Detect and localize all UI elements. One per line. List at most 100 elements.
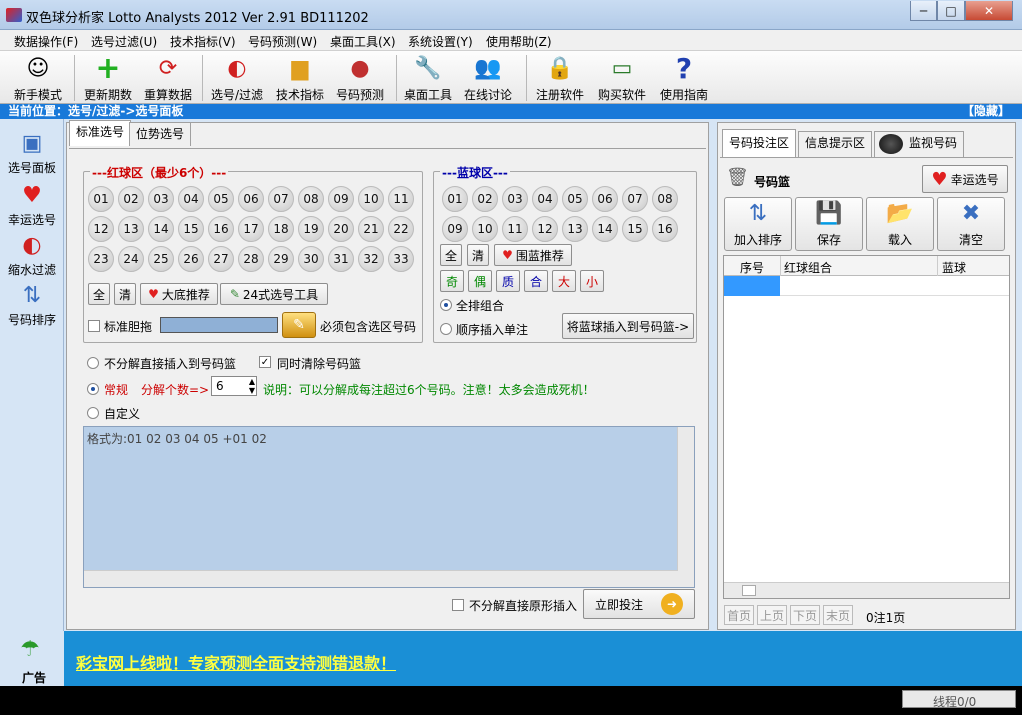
red-ball-16[interactable]: 16 (208, 216, 234, 242)
tab-monitor[interactable]: 监视号码 (874, 131, 965, 157)
nav-sort[interactable]: ⇅ 号码排序 (0, 281, 64, 328)
blue-ball-13[interactable]: 13 (562, 216, 588, 242)
blue-ball-15[interactable]: 15 (622, 216, 648, 242)
blue-clear-button[interactable]: 清 (467, 244, 489, 266)
online-discussion-button[interactable]: 👥 在线讨论 (460, 53, 516, 103)
blue-ball-01[interactable]: 01 (442, 186, 468, 212)
blue-filter-button[interactable]: 奇 (440, 270, 464, 292)
raw-insert-checkbox[interactable] (452, 599, 464, 611)
blue-ball-16[interactable]: 16 (652, 216, 678, 242)
beginner-mode-button[interactable]: ☺ 新手模式 (10, 53, 66, 103)
red-ball-33[interactable]: 33 (388, 246, 414, 272)
pencil-icon[interactable]: ✎ (282, 312, 316, 338)
stepper-arrows-icon[interactable]: ▲ ▼ (249, 377, 255, 395)
lucky-select-button[interactable]: ♥ 幸运选号 (922, 165, 1008, 193)
textarea-hscrollbar[interactable] (84, 570, 678, 587)
red-ball-25[interactable]: 25 (148, 246, 174, 272)
blue-ball-14[interactable]: 14 (592, 216, 618, 242)
blue-filter-button[interactable]: 质 (496, 270, 520, 292)
add-sort-button[interactable]: ⇅ 加入排序 (724, 197, 792, 251)
register-button[interactable]: 🔒 注册软件 (532, 53, 588, 103)
red-ball-11[interactable]: 11 (388, 186, 414, 212)
red-ball-08[interactable]: 08 (298, 186, 324, 212)
red-ball-28[interactable]: 28 (238, 246, 264, 272)
red-ball-19[interactable]: 19 (298, 216, 324, 242)
last-page-button[interactable]: 末页 (823, 605, 853, 625)
red-ball-05[interactable]: 05 (208, 186, 234, 212)
menu-data[interactable]: 数据操作(F) (14, 33, 78, 50)
minimize-button[interactable]: ─ (910, 1, 937, 21)
close-button[interactable]: ✕ (965, 1, 1013, 21)
red-ball-13[interactable]: 13 (118, 216, 144, 242)
buy-button[interactable]: ▭ 购买软件 (594, 53, 650, 103)
nav-shrink-filter[interactable]: ◐ 缩水过滤 (0, 231, 64, 278)
select-filter-button[interactable]: ◐ 选号/过滤 (206, 53, 268, 103)
big-recommend-button[interactable]: ♥ 大底推荐 (140, 283, 218, 305)
red-ball-20[interactable]: 20 (328, 216, 354, 242)
table-hscrollbar[interactable] (724, 582, 1009, 598)
red-ball-06[interactable]: 06 (238, 186, 264, 212)
split-count-stepper[interactable]: 6 ▲ ▼ (211, 376, 257, 396)
blue-ball-12[interactable]: 12 (532, 216, 558, 242)
indicator-button[interactable]: ▆ 技术指标 (272, 53, 328, 103)
red-ball-21[interactable]: 21 (358, 216, 384, 242)
red-ball-23[interactable]: 23 (88, 246, 114, 272)
blue-filter-button[interactable]: 大 (552, 270, 576, 292)
red-ball-18[interactable]: 18 (268, 216, 294, 242)
first-page-button[interactable]: 首页 (724, 605, 754, 625)
red-ball-15[interactable]: 15 (178, 216, 204, 242)
hide-link[interactable]: 【隐藏】 (962, 104, 1010, 119)
clear-basket-checkbox[interactable]: ✓ (259, 356, 271, 368)
table-row-selected[interactable] (724, 276, 780, 296)
blue-ball-08[interactable]: 08 (652, 186, 678, 212)
blue-ball-05[interactable]: 05 (562, 186, 588, 212)
red-ball-30[interactable]: 30 (298, 246, 324, 272)
blue-filter-button[interactable]: 合 (524, 270, 548, 292)
blue-ball-06[interactable]: 06 (592, 186, 618, 212)
red-ball-10[interactable]: 10 (358, 186, 384, 212)
red-ball-31[interactable]: 31 (328, 246, 354, 272)
tab-position[interactable]: 位势选号 (129, 122, 192, 146)
tab-info-area[interactable]: 信息提示区 (798, 131, 873, 157)
red-select-all-button[interactable]: 全 (88, 283, 110, 305)
blue-filter-button[interactable]: 小 (580, 270, 604, 292)
tab-bet-area[interactable]: 号码投注区 (722, 129, 797, 157)
menu-help[interactable]: 使用帮助(Z) (486, 33, 552, 50)
custom-radio[interactable] (87, 407, 99, 419)
load-button[interactable]: 📂 载入 (866, 197, 934, 251)
clear-button[interactable]: ✖ 清空 (937, 197, 1005, 251)
red-ball-27[interactable]: 27 (208, 246, 234, 272)
blue-ball-11[interactable]: 11 (502, 216, 528, 242)
submit-bet-button[interactable]: 立即投注 ➜ (583, 589, 695, 619)
normal-radio[interactable] (87, 383, 99, 395)
full-combination-radio[interactable] (440, 299, 452, 311)
save-button[interactable]: 💾 保存 (795, 197, 863, 251)
ad-link[interactable]: 彩宝网上线啦！专家预测全面支持测错退款！ (76, 650, 396, 674)
nav-lucky[interactable]: ♥ 幸运选号 (0, 181, 64, 228)
scroll-thumb[interactable] (742, 585, 756, 596)
red-ball-14[interactable]: 14 (148, 216, 174, 242)
blue-recommend-button[interactable]: ♥ 围蓝推荐 (494, 244, 572, 266)
red-ball-02[interactable]: 02 (118, 186, 144, 212)
menu-indicator[interactable]: 技术指标(V) (170, 33, 236, 50)
red-ball-24[interactable]: 24 (118, 246, 144, 272)
menu-desktop[interactable]: 桌面工具(X) (330, 33, 396, 50)
menu-predict[interactable]: 号码预测(W) (248, 33, 317, 50)
blue-select-all-button[interactable]: 全 (440, 244, 462, 266)
prev-page-button[interactable]: 上页 (757, 605, 787, 625)
direct-insert-radio[interactable] (87, 357, 99, 369)
nav-select-panel[interactable]: ▣ 选号面板 (0, 129, 64, 176)
menu-select[interactable]: 选号过滤(U) (91, 33, 157, 50)
red-ball-01[interactable]: 01 (88, 186, 114, 212)
red-clear-button[interactable]: 清 (114, 283, 136, 305)
recalc-button[interactable]: ⟳ 重算数据 (140, 53, 196, 103)
desktop-tools-button[interactable]: 🔧 桌面工具 (400, 53, 456, 103)
custom-textarea[interactable]: 格式为:01 02 03 04 05 +01 02 (83, 426, 695, 588)
red-ball-32[interactable]: 32 (358, 246, 384, 272)
tab-standard[interactable]: 标准选号 (69, 120, 132, 146)
textarea-scrollbar[interactable] (677, 427, 694, 587)
blue-ball-02[interactable]: 02 (472, 186, 498, 212)
insert-blue-button[interactable]: 将蓝球插入到号码篮-> (562, 313, 694, 339)
red-ball-12[interactable]: 12 (88, 216, 114, 242)
bold-drag-checkbox[interactable] (88, 320, 100, 332)
